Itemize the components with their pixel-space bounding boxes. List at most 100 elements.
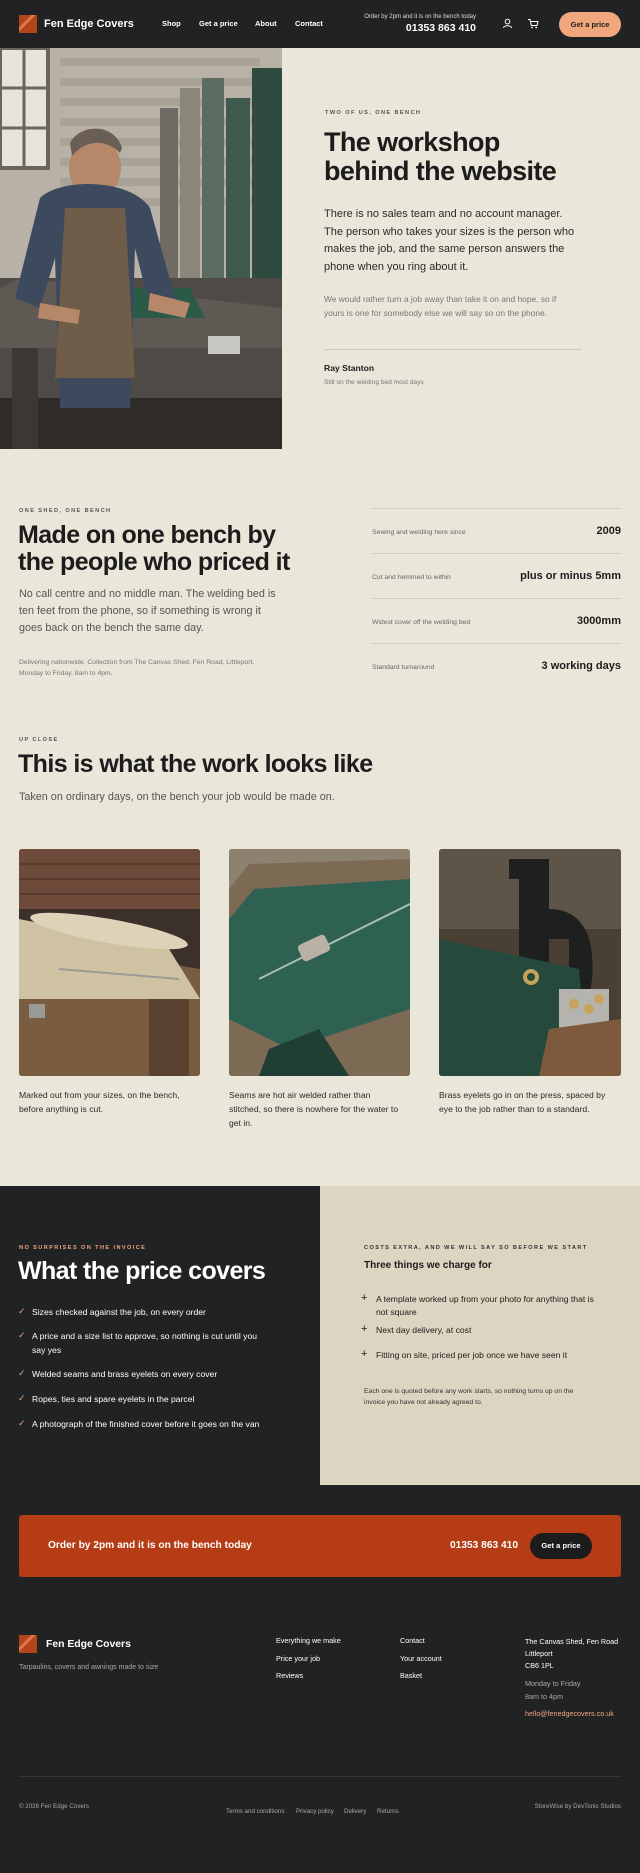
stat-row: Cut and hemmed to within plus or minus 5…	[372, 553, 621, 598]
hero-lead: There is no sales team and no account ma…	[324, 206, 574, 276]
extra-note-line: invoice you have not already agreed to.	[364, 1399, 483, 1406]
site-header: Fen Edge Covers Shop Get a price About C…	[0, 0, 640, 48]
footer-link[interactable]: Basket	[400, 1671, 422, 1680]
footer-divider	[19, 1776, 621, 1777]
footer-brand[interactable]: Fen Edge Covers	[46, 1639, 131, 1650]
bench-title: Made on one bench by the people who pric…	[18, 522, 290, 576]
extra-item: A template worked up from your photo for…	[376, 1293, 616, 1319]
bench-note-line: Monday to Friday, 8am to 4pm.	[19, 670, 113, 677]
legal-link[interactable]: Terms and conditions	[226, 1808, 284, 1815]
legal-link[interactable]: Returns	[377, 1808, 399, 1815]
extra-item-line: not square	[376, 1307, 417, 1317]
stat-label: Sewing and welding here since	[372, 529, 466, 536]
order-banner: Order by 2pm and it is on the bench toda…	[19, 1515, 621, 1577]
author-role: Still on the welding bed most days	[324, 379, 424, 386]
check-icon: ✓	[18, 1393, 26, 1403]
price-item: Welded seams and brass eyelets on every …	[32, 1369, 218, 1379]
extra-note-line: Each one is quoted before any work start…	[364, 1388, 574, 1395]
extra-item: Next day delivery, at cost	[376, 1325, 472, 1335]
caption-line: before anything is cut.	[19, 1104, 104, 1114]
hero-title-line: behind the website	[324, 156, 557, 187]
footer-link[interactable]: Contact	[400, 1636, 425, 1645]
hero-lead-line: There is no sales team and no account ma…	[324, 208, 563, 220]
bench-eyebrow: ONE SHED, ONE BENCH	[19, 508, 112, 514]
hero-note-line: We would rather turn a job away than tak…	[324, 294, 557, 304]
price-title: What the price covers	[18, 1257, 266, 1285]
header-phone[interactable]: 01353 863 410	[406, 22, 476, 34]
address-line: The Canvas Shed, Fen Road	[525, 1637, 619, 1646]
address-line: CB6 1PL	[525, 1661, 554, 1670]
eyelet-press-photo	[439, 849, 621, 1076]
hours-line: 8am to 4pm	[525, 1692, 563, 1701]
legal-link[interactable]: Privacy policy	[296, 1808, 334, 1815]
check-icon: ✓	[18, 1418, 26, 1428]
stat-row: Sewing and welding here since 2009	[372, 508, 621, 553]
bench-lead: No call centre and no middle man. The we…	[19, 586, 276, 637]
bench-title-line: the people who priced it	[18, 548, 290, 576]
bench-note-line: Delivering nationwide. Collection from T…	[19, 659, 255, 666]
cart-icon[interactable]	[527, 18, 539, 29]
footer-link[interactable]: Price your job	[276, 1654, 320, 1663]
footer-email[interactable]: hello@fenedgecovers.co.uk	[525, 1709, 614, 1718]
credit-link[interactable]: StoreWise by DevTonic Studios	[535, 1803, 621, 1810]
caption-line: get in.	[229, 1118, 253, 1128]
hero-lead-line: phone when you ring about it.	[324, 260, 469, 273]
caption-line: eye to the job rather than to a standard…	[439, 1104, 590, 1114]
price-item: A price and a size list to approve, so n…	[32, 1329, 282, 1357]
stat-label: Cut and hemmed to within	[372, 574, 451, 581]
nav-get-a-price[interactable]: Get a price	[199, 19, 238, 28]
nav-about[interactable]: About	[255, 19, 277, 28]
extra-item: Fitting on site, priced per job once we …	[376, 1350, 568, 1360]
footer-tagline: Tarpaulins, covers and awnings made to s…	[19, 1664, 159, 1671]
hero-title: The workshop behind the website	[324, 127, 557, 187]
footer-logo-icon[interactable]	[19, 1635, 37, 1653]
user-icon[interactable]	[502, 18, 513, 29]
footer-link[interactable]: Everything we make	[276, 1636, 341, 1645]
photo-caption: Marked out from your sizes, on the bench…	[19, 1088, 180, 1116]
footer-link[interactable]: Reviews	[276, 1671, 303, 1680]
workshop-photo	[0, 48, 282, 449]
stat-value: plus or minus 5mm	[520, 570, 621, 582]
bench-title-line: Made on one bench by	[18, 521, 276, 549]
upclose-eyebrow: UP CLOSE	[19, 737, 59, 743]
banner-get-price-button[interactable]: Get a price	[530, 1533, 592, 1559]
footer-link[interactable]: Your account	[400, 1654, 442, 1663]
bench-lead-line: No call centre and no middle man. The we…	[19, 588, 276, 600]
price-item: Sizes checked against the job, on every …	[32, 1307, 206, 1317]
brand-name[interactable]: Fen Edge Covers	[44, 18, 134, 30]
caption-line: Seams are hot air welded rather than	[229, 1090, 371, 1100]
caption-line: Marked out from your sizes, on the bench…	[19, 1090, 180, 1100]
hero-note-line: yours is one for somebody else we will s…	[324, 308, 547, 318]
plus-icon: +	[361, 1348, 368, 1360]
upclose-lead: Taken on ordinary days, on the bench you…	[19, 791, 335, 803]
banner-phone[interactable]: 01353 863 410	[450, 1540, 518, 1551]
welding-photo	[229, 849, 410, 1076]
extra-note: Each one is quoted before any work start…	[364, 1386, 573, 1408]
stat-value: 3 working days	[541, 660, 621, 672]
plus-icon: +	[361, 1292, 368, 1304]
address-line: Littleport	[525, 1649, 553, 1658]
nav-contact[interactable]: Contact	[295, 19, 323, 28]
hours-line: Monday to Friday	[525, 1679, 581, 1688]
check-icon: ✓	[18, 1330, 26, 1340]
stat-row: Standard turnaround 3 working days	[372, 643, 621, 688]
bench-note: Delivering nationwide. Collection from T…	[19, 657, 254, 679]
stat-value: 3000mm	[576, 615, 621, 627]
nav-shop[interactable]: Shop	[162, 19, 181, 28]
order-note: Order by 2pm and it is on the bench toda…	[364, 14, 476, 20]
copyright: © 2026 Fen Edge Covers	[19, 1803, 89, 1810]
extra-eyebrow: COSTS EXTRA, AND WE WILL SAY SO BEFORE W…	[364, 1245, 588, 1251]
brand-logo-icon[interactable]	[19, 15, 37, 33]
hero-lead-line: makes the job, and the same person answe…	[324, 243, 565, 255]
bench-lead-line: ten feet from the phone, so if something…	[19, 605, 261, 617]
hero-note: We would rather turn a job away than tak…	[324, 292, 556, 320]
extra-item-line: A template worked up from your photo for…	[376, 1294, 594, 1304]
header-get-price-button[interactable]: Get a price	[559, 12, 621, 37]
legal-link[interactable]: Delivery	[344, 1808, 366, 1815]
bench-lead-line: goes back on the bench the same day.	[19, 622, 204, 634]
hero-eyebrow: TWO OF US, ONE BENCH	[325, 110, 422, 116]
price-item-line: A price and a size list to approve, so n…	[32, 1331, 257, 1341]
price-item: A photograph of the finished cover befor…	[32, 1419, 260, 1429]
hero-lead-line: The person who takes your sizes is the p…	[324, 225, 575, 238]
footer-hours: Monday to Friday 8am to 4pm	[525, 1677, 581, 1703]
